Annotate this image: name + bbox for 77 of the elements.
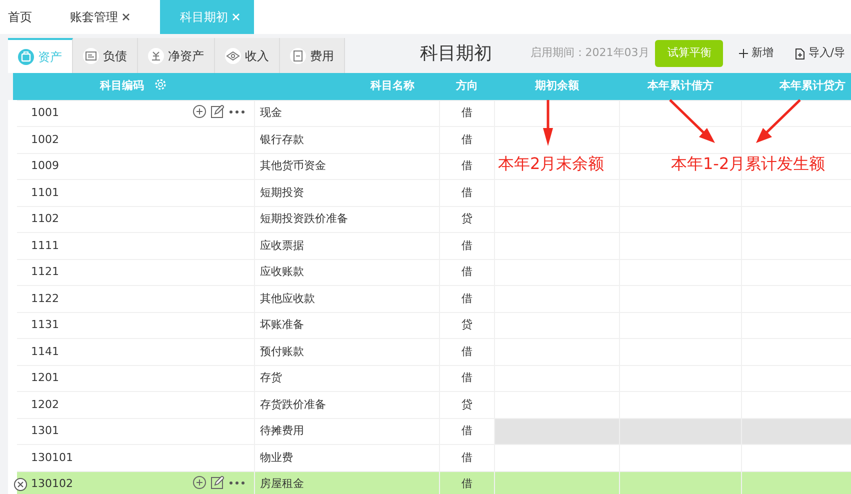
- column-header: 本年累计贷方: [780, 79, 846, 92]
- page-title: 科目期初: [420, 42, 492, 66]
- account-name: 其他应收款: [260, 292, 315, 304]
- account-name: 现金: [260, 106, 282, 119]
- annotation-text: 本年2月末余额: [498, 153, 604, 175]
- account-name: 短期投资: [260, 186, 304, 198]
- column-header: 科目编码: [100, 79, 144, 92]
- direction: 借: [462, 292, 472, 304]
- account-code: 1121: [31, 265, 59, 278]
- more-icon: [229, 110, 245, 114]
- account-code: 130101: [31, 450, 73, 464]
- account-name: 坏账准备: [260, 318, 304, 331]
- direction: 贷: [462, 398, 472, 410]
- yen-icon: [148, 48, 164, 64]
- account-code: 1141: [31, 344, 59, 358]
- account-name: 物业费: [260, 450, 293, 464]
- account-name: 应收票据: [260, 238, 304, 252]
- arrow: [543, 100, 553, 146]
- account-code: 1102: [31, 212, 59, 225]
- add-button[interactable]: 新增: [733, 44, 780, 63]
- import-export-button[interactable]: 导入/导: [789, 44, 851, 63]
- more-icon: [229, 480, 245, 484]
- account-code: 1009: [31, 159, 59, 172]
- briefcase-icon: [18, 48, 34, 64]
- account-name: 存货: [260, 371, 282, 384]
- account-name: 银行存款: [260, 132, 304, 146]
- account-code: 1122: [31, 292, 59, 304]
- arrow: [756, 99, 801, 143]
- account-name: 房屋租金: [260, 477, 304, 490]
- arrow: [669, 99, 715, 143]
- column-header: 科目名称: [370, 79, 414, 92]
- close-icon: [122, 13, 130, 21]
- direction: 借: [462, 424, 472, 437]
- account-code: 1301: [31, 424, 59, 437]
- direction: 借: [462, 477, 472, 490]
- add-icon: [193, 476, 206, 489]
- document-icon: [83, 48, 99, 64]
- page-icon: [290, 48, 306, 64]
- account-code: 1001: [31, 106, 59, 119]
- direction: 借: [462, 265, 472, 278]
- direction: 借: [462, 238, 472, 252]
- account-name: 其他货币资金: [260, 159, 326, 172]
- column-header: 期初余额: [535, 79, 579, 92]
- direction: 借: [462, 159, 472, 172]
- direction: 借: [462, 344, 472, 358]
- account-name: 短期投资跌价准备: [260, 212, 348, 225]
- settings-icon: [154, 78, 167, 91]
- account-code: 1101: [31, 186, 59, 198]
- account-code: 130102: [31, 477, 73, 490]
- period-label: 启用期间：2021年03月: [530, 45, 650, 62]
- plus-icon: [739, 49, 748, 58]
- close-icon: [232, 13, 240, 21]
- annotation-text: 本年1-2月累计发生额: [671, 153, 826, 175]
- account-code: 1202: [31, 398, 59, 410]
- account-name: 预付账款: [260, 344, 304, 358]
- direction: 借: [462, 371, 472, 384]
- account-name: 存货跌价准备: [260, 398, 326, 410]
- direction: 贷: [462, 212, 472, 225]
- eye-icon: [225, 48, 241, 64]
- column-header: 方向: [456, 79, 478, 92]
- account-name: 待摊费用: [260, 424, 304, 437]
- remove-icon[interactable]: [14, 478, 27, 490]
- edit-icon: [211, 476, 224, 489]
- import-icon: [795, 48, 806, 60]
- direction: 借: [462, 132, 472, 146]
- direction: 借: [462, 450, 472, 464]
- direction: 借: [462, 106, 472, 119]
- column-header: 本年累计借方: [648, 79, 714, 92]
- account-name: 应收账款: [260, 265, 304, 278]
- direction: 贷: [462, 318, 472, 331]
- add-icon: [193, 105, 206, 118]
- direction: 借: [462, 186, 472, 198]
- account-code: 1002: [31, 132, 59, 146]
- edit-icon: [211, 105, 224, 118]
- account-code: 1111: [31, 238, 59, 252]
- account-code: 1201: [31, 371, 59, 384]
- account-code: 1131: [31, 318, 59, 331]
